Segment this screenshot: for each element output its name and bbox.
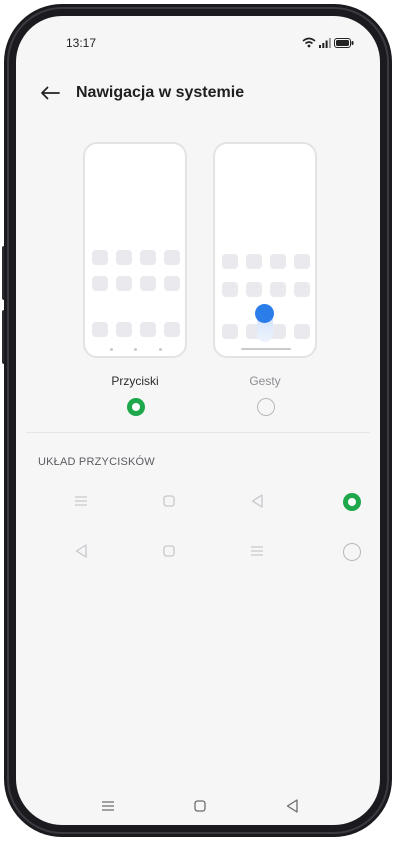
triangle-back-icon[interactable] [280,794,304,818]
layout-option-1[interactable] [16,486,380,516]
preview-gestures-mode[interactable] [213,142,317,358]
header: Nawigacja w systemie [36,78,360,108]
mode-label-buttons: Przyciski [111,374,159,388]
battery-icon [334,37,354,48]
signal-icon [319,37,331,48]
radio-gestures-mode[interactable] [257,398,275,416]
section-title: UKŁAD PRZYCISKÓW [38,456,155,468]
screen: 13:17 Nawigacja w systemie Przyciski Ges… [16,16,380,825]
status-bar: 13:17 [16,36,380,56]
status-time: 13:17 [66,36,97,50]
gesture-touch-dot [255,304,274,323]
square-icon [157,489,181,513]
layout-option-2[interactable] [16,536,380,566]
preview-buttons-mode[interactable] [83,142,187,358]
status-icons [302,37,354,48]
back-button[interactable] [36,79,64,107]
page-title: Nawigacja w systemie [76,84,245,101]
menu-icon[interactable] [96,794,120,818]
square-icon[interactable] [188,794,212,818]
layout-option-1-radio[interactable] [343,493,361,511]
mode-label-gestures: Gesty [249,374,281,388]
layout-option-2-radio[interactable] [343,543,361,561]
divider [26,432,370,433]
triangle-back-icon [245,489,269,513]
menu-icon [69,489,93,513]
radio-buttons-mode[interactable] [127,398,145,416]
system-nav-bar [16,792,380,820]
menu-icon [245,539,269,563]
gesture-bar [241,348,291,350]
triangle-back-icon [69,539,93,563]
arrow-left-icon [41,86,60,100]
wifi-icon [302,37,316,48]
square-icon [157,539,181,563]
